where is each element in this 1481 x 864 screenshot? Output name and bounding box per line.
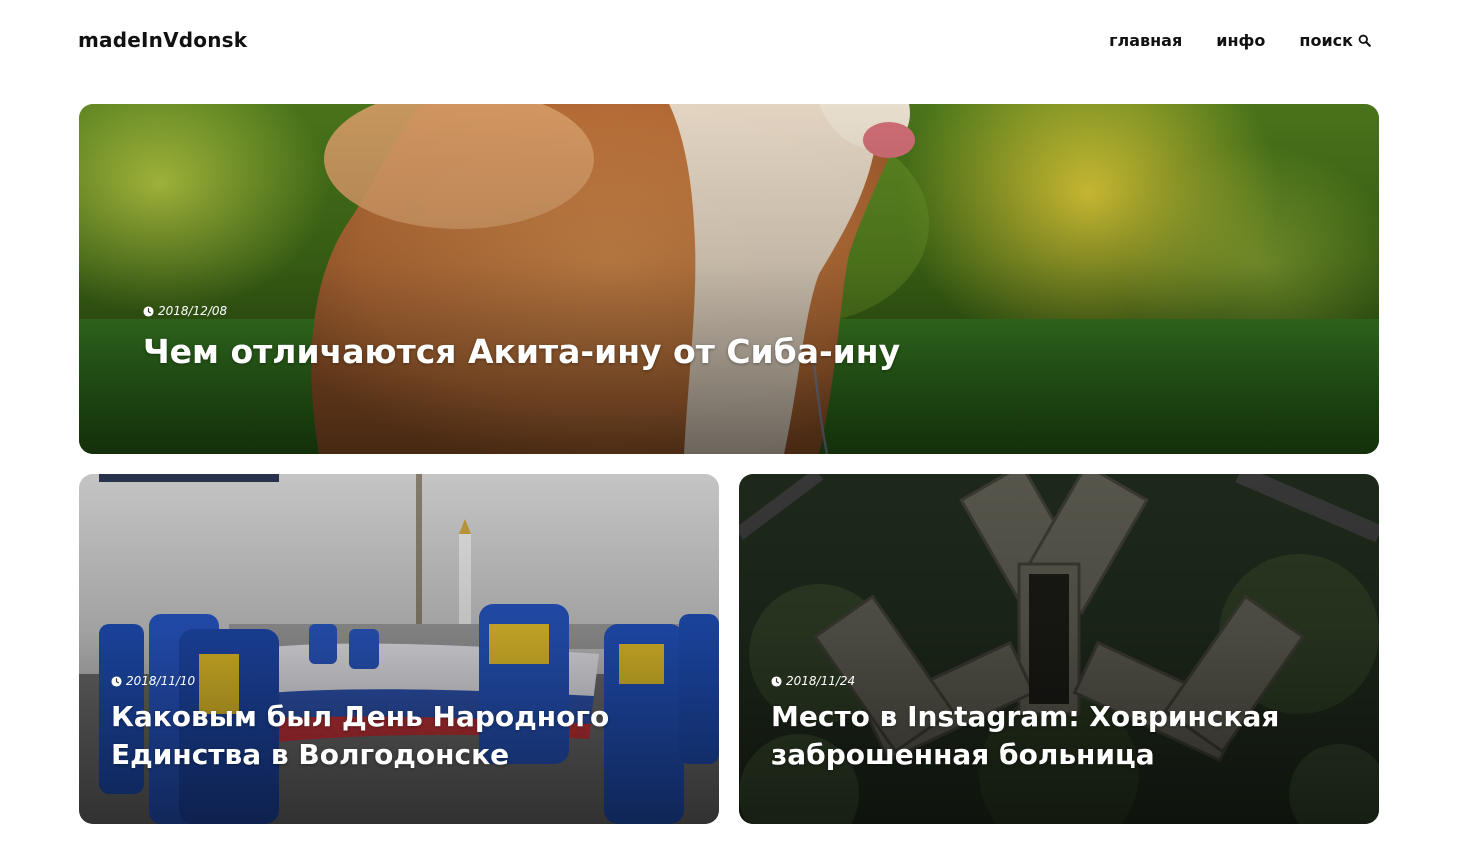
post-title[interactable]: Место в Instagram: Ховринская заброшенна… (771, 698, 1361, 774)
post-card[interactable]: 2018/11/24 Место в Instagram: Ховринская… (739, 474, 1379, 824)
nav-search-link[interactable]: поиск (1299, 31, 1371, 50)
site-header: madeInVdonsk главная инфо поиск (78, 22, 1371, 58)
nav-search-label: поиск (1299, 30, 1353, 50)
post-date: 2018/11/10 (126, 674, 196, 688)
page: madeInVdonsk главная инфо поиск 2018/12/… (0, 0, 1481, 864)
post-meta: 2018/11/10 (111, 674, 195, 688)
featured-post-card[interactable]: 2018/12/08 Чем отличаются Акита-ину от С… (79, 104, 1379, 454)
clock-icon (771, 675, 782, 687)
nav-info-link[interactable]: инфо (1216, 31, 1265, 50)
post-card[interactable]: 2018/11/10 Каковым был День Народного Ед… (79, 474, 719, 824)
clock-icon (111, 675, 122, 687)
featured-post-overlay (79, 104, 1379, 454)
site-logo[interactable]: madeInVdonsk (78, 28, 247, 52)
post-meta: 2018/11/24 (771, 674, 855, 688)
search-icon (1358, 34, 1371, 47)
featured-post-date: 2018/12/08 (158, 304, 228, 318)
featured-post-meta: 2018/12/08 (143, 304, 227, 318)
post-date: 2018/11/24 (786, 674, 856, 688)
post-title[interactable]: Каковым был День Народного Единства в Во… (111, 698, 701, 774)
nav-home-link[interactable]: главная (1109, 31, 1182, 50)
clock-icon (143, 305, 154, 317)
main-nav: главная инфо поиск (1109, 31, 1371, 50)
featured-post-title[interactable]: Чем отличаются Акита-ину от Сиба-ину (143, 330, 900, 374)
